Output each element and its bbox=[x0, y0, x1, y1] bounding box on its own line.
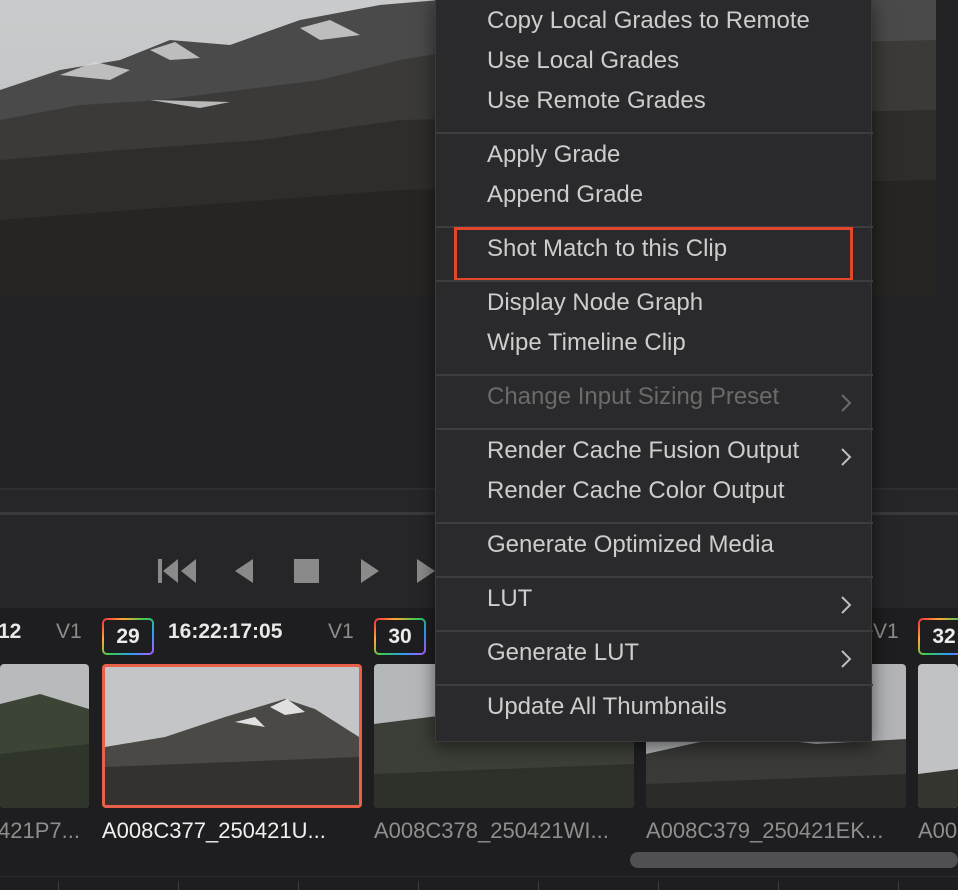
menu-item-render-cache-color-output[interactable]: Render Cache Color Output bbox=[487, 477, 785, 517]
clip-track: V1 bbox=[873, 620, 899, 643]
clip-number-badge: 30 bbox=[374, 618, 426, 655]
submenu-chevron-icon bbox=[841, 448, 852, 466]
submenu-chevron-icon bbox=[841, 596, 852, 614]
clip-number: 12 bbox=[0, 620, 22, 643]
clip-timecode: 16:22:17:05 bbox=[168, 620, 283, 643]
menu-separator bbox=[436, 576, 873, 578]
clip-name: A008C378_250421WI... bbox=[374, 818, 609, 843]
menu-separator bbox=[436, 684, 873, 686]
stop-icon[interactable] bbox=[292, 554, 322, 588]
menu-item-apply-grade[interactable]: Apply Grade bbox=[487, 141, 620, 181]
menu-separator bbox=[436, 374, 873, 376]
clip-name: A00 bbox=[918, 818, 958, 843]
play-reverse-icon[interactable] bbox=[232, 554, 256, 588]
timeline-ruler bbox=[0, 876, 958, 890]
clip-track: V1 bbox=[56, 620, 82, 643]
menu-item-change-input-sizing-preset: Change Input Sizing Preset bbox=[487, 383, 780, 410]
menu-item-generate-optimized-media[interactable]: Generate Optimized Media bbox=[487, 531, 774, 571]
menu-separator bbox=[436, 280, 873, 282]
menu-item-render-cache-fusion-output[interactable]: Render Cache Fusion Output bbox=[487, 437, 799, 477]
menu-item-update-all-thumbnails[interactable]: Update All Thumbnails bbox=[487, 693, 727, 733]
menu-item-shot-match-to-this-clip[interactable]: Shot Match to this Clip bbox=[487, 235, 727, 275]
clip-thumbnail-selected[interactable] bbox=[102, 664, 362, 808]
submenu-chevron-icon bbox=[841, 650, 852, 668]
jump-to-start-icon[interactable] bbox=[156, 554, 200, 588]
menu-item-wipe-timeline-clip[interactable]: Wipe Timeline Clip bbox=[487, 329, 686, 369]
menu-item-display-node-graph[interactable]: Display Node Graph bbox=[487, 289, 703, 329]
clip-number-badge: 29 bbox=[102, 618, 154, 655]
clip-name: A008C379_250421EK... bbox=[646, 818, 884, 843]
menu-item-copy-local-grades-to-remote[interactable]: Copy Local Grades to Remote bbox=[487, 7, 810, 47]
clip-track: V1 bbox=[328, 620, 354, 643]
menu-separator bbox=[436, 132, 873, 134]
play-forward-icon[interactable] bbox=[414, 554, 436, 588]
context-menu: Copy Local Grades to Remote Use Local Gr… bbox=[435, 0, 873, 742]
menu-item-use-local-grades[interactable]: Use Local Grades bbox=[487, 47, 679, 87]
menu-separator bbox=[436, 630, 873, 632]
clip-name: 421P7... bbox=[0, 818, 80, 843]
menu-item-append-grade[interactable]: Append Grade bbox=[487, 181, 643, 221]
strip-scrollbar[interactable] bbox=[630, 852, 958, 868]
clip-number-badge: 32 bbox=[918, 618, 958, 655]
menu-separator bbox=[436, 428, 873, 430]
menu-separator bbox=[436, 522, 873, 524]
clip-thumbnail[interactable] bbox=[918, 664, 958, 808]
menu-item-generate-lut[interactable]: Generate LUT bbox=[487, 639, 639, 679]
clip-thumbnail[interactable] bbox=[0, 664, 89, 808]
menu-item-use-remote-grades[interactable]: Use Remote Grades bbox=[487, 87, 706, 127]
menu-item-lut[interactable]: LUT bbox=[487, 585, 532, 625]
submenu-chevron-icon bbox=[841, 394, 852, 412]
play-icon[interactable] bbox=[358, 554, 382, 588]
clip-name: A008C377_250421U... bbox=[102, 818, 326, 843]
